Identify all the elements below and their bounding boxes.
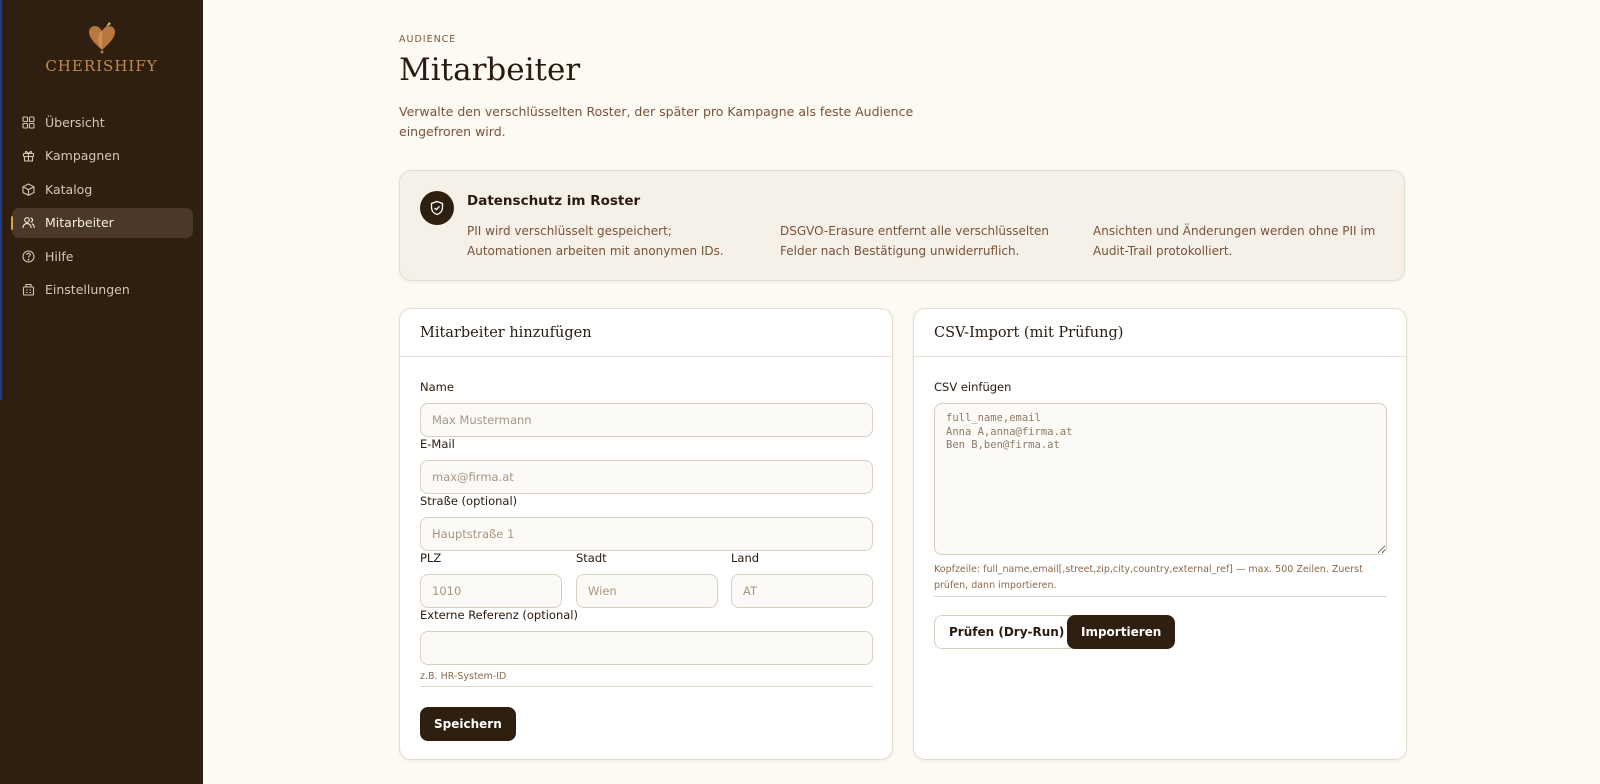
dry-run-button[interactable]: Prüfen (Dry-Run) bbox=[934, 615, 1080, 649]
divider bbox=[420, 686, 873, 687]
sidebar-item-hilfe[interactable]: Hilfe bbox=[12, 241, 193, 271]
divider bbox=[934, 596, 1387, 597]
csv-label: CSV einfügen bbox=[934, 380, 1012, 394]
street-input[interactable] bbox=[420, 517, 873, 551]
sidebar-item-label: Katalog bbox=[45, 181, 93, 197]
zip-input[interactable] bbox=[420, 574, 562, 608]
sidebar: CHERISHIFY Übersicht Kampagnen Katalog M… bbox=[0, 0, 203, 784]
city-label: Stadt bbox=[576, 551, 607, 565]
card-title: Mitarbeiter hinzufügen bbox=[400, 309, 892, 357]
card-title: CSV-Import (mit Prüfung) bbox=[914, 309, 1406, 357]
box-icon bbox=[22, 183, 35, 196]
gift-icon bbox=[22, 149, 35, 162]
import-button[interactable]: Importieren bbox=[1067, 615, 1176, 649]
heart-logo-icon bbox=[88, 22, 115, 54]
privacy-note-erasure: DSGVO-Erasure entfernt alle verschlüssel… bbox=[780, 224, 1049, 258]
csv-textarea[interactable] bbox=[934, 403, 1387, 555]
country-input[interactable] bbox=[731, 574, 873, 608]
sidebar-item-einstellungen[interactable]: Einstellungen bbox=[12, 275, 193, 305]
sidebar-item-uebersicht[interactable]: Übersicht bbox=[12, 107, 193, 137]
city-input[interactable] bbox=[576, 574, 718, 608]
email-input[interactable] bbox=[420, 460, 873, 494]
sidebar-item-kampagnen[interactable]: Kampagnen bbox=[12, 141, 193, 171]
name-input[interactable] bbox=[420, 403, 873, 437]
sidebar-item-label: Übersicht bbox=[45, 114, 105, 130]
sidebar-item-label: Mitarbeiter bbox=[45, 215, 114, 231]
sidebar-item-label: Kampagnen bbox=[45, 148, 120, 164]
brand-name: CHERISHIFY bbox=[45, 57, 158, 75]
zip-label: PLZ bbox=[420, 551, 442, 565]
email-label: E-Mail bbox=[420, 437, 455, 451]
add-employee-card: Mitarbeiter hinzufügen Name E-Mail Straß… bbox=[399, 308, 893, 760]
page-title: Mitarbeiter bbox=[399, 52, 581, 88]
sidebar-nav: Übersicht Kampagnen Katalog Mitarbeiter … bbox=[11, 107, 193, 309]
privacy-note-encryption: PII wird verschlüsselt gespeichert; Auto… bbox=[467, 224, 724, 258]
name-label: Name bbox=[420, 380, 454, 394]
sidebar-item-katalog[interactable]: Katalog bbox=[12, 174, 193, 204]
save-button[interactable]: Speichern bbox=[420, 707, 516, 741]
brand-logo[interactable]: CHERISHIFY bbox=[0, 20, 203, 75]
building-icon bbox=[22, 283, 35, 297]
users-icon bbox=[22, 216, 35, 229]
page-eyebrow: AUDIENCE bbox=[399, 34, 457, 45]
page-description: Verwalte den verschlüsselten Roster, der… bbox=[399, 104, 914, 139]
external-ref-hint: z.B. HR-System-ID bbox=[420, 671, 507, 682]
external-ref-input[interactable] bbox=[420, 631, 873, 665]
shield-check-icon bbox=[420, 191, 454, 225]
privacy-title: Datenschutz im Roster bbox=[467, 193, 641, 209]
street-label: Straße (optional) bbox=[420, 494, 518, 508]
sidebar-item-mitarbeiter[interactable]: Mitarbeiter bbox=[11, 207, 193, 238]
grid-icon bbox=[22, 115, 35, 129]
privacy-info-card: Datenschutz im Roster PII wird verschlüs… bbox=[399, 170, 1405, 281]
csv-import-card: CSV-Import (mit Prüfung) CSV einfügen Ko… bbox=[913, 308, 1407, 760]
help-circle-icon bbox=[22, 250, 35, 263]
privacy-note-audit: Ansichten und Änderungen werden ohne PII… bbox=[1093, 224, 1376, 258]
sidebar-item-label: Hilfe bbox=[45, 248, 74, 264]
window-edge bbox=[0, 0, 2, 400]
country-label: Land bbox=[731, 551, 760, 565]
sidebar-item-label: Einstellungen bbox=[45, 282, 130, 298]
csv-format-hint: Kopfzeile: full_name,email[,street,zip,c… bbox=[934, 564, 1363, 591]
external-ref-label: Externe Referenz (optional) bbox=[420, 608, 578, 622]
